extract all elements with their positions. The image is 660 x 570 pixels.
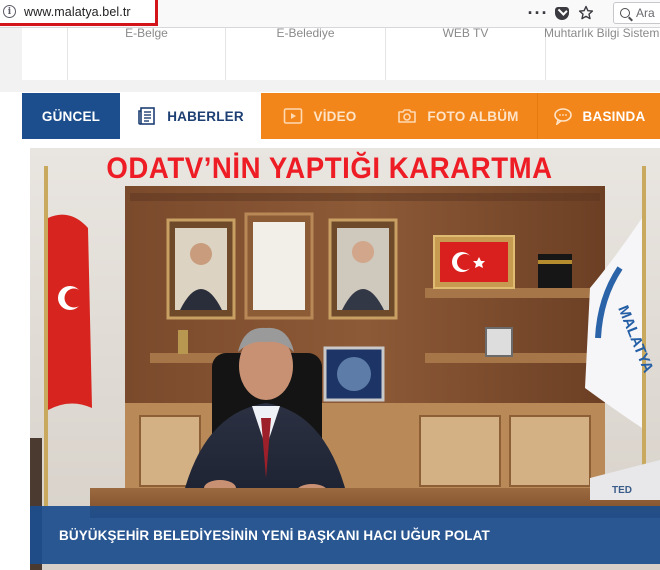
search-icon bbox=[620, 8, 630, 18]
site-header: E-Belge E-Belediye WEB TV Muhtarlık Bilg… bbox=[0, 26, 660, 92]
quick-nav: E-Belge E-Belediye WEB TV Muhtarlık Bilg… bbox=[22, 26, 660, 80]
slide-caption-bar[interactable]: BÜYÜKŞEHİR BELEDİYESİNİN YENİ BAŞKANI HA… bbox=[30, 506, 660, 564]
quick-nav-web-tv[interactable]: WEB TV bbox=[386, 26, 546, 80]
overlay-headline-text: ODATV’NİN YAPTIĞI KARARTMA bbox=[106, 152, 553, 185]
tab-haberler[interactable]: HABERLER bbox=[120, 93, 261, 139]
url-text[interactable]: www.malatya.bel.tr bbox=[24, 5, 131, 19]
address-bar[interactable]: i www.malatya.bel.tr bbox=[0, 0, 158, 26]
tab-foto-album[interactable]: FOTO ALBÜM bbox=[379, 93, 537, 139]
desk-sign-text: TED bbox=[612, 485, 632, 496]
quick-nav-e-belediye[interactable]: E-Belediye bbox=[226, 26, 386, 80]
quick-nav-muhtarlik[interactable]: Muhtarlık Bilgi Sistemi bbox=[543, 26, 660, 80]
quick-nav-label: E-Belge bbox=[125, 26, 168, 40]
tab-label: FOTO ALBÜM bbox=[427, 108, 519, 124]
search-placeholder: Ara bbox=[636, 6, 655, 20]
search-input[interactable]: Ara bbox=[613, 2, 660, 24]
overlay-headline: ODATV’NİN YAPTIĞI KARARTMA bbox=[0, 152, 660, 186]
tab-label: HABERLER bbox=[167, 108, 244, 124]
pocket-button[interactable] bbox=[550, 0, 574, 26]
quick-nav-label: E-Belediye bbox=[276, 26, 335, 40]
tab-guncel[interactable]: GÜNCEL bbox=[22, 93, 120, 139]
quick-nav-label: Muhtarlık Bilgi Sistemi bbox=[543, 26, 660, 40]
speech-bubble-icon bbox=[553, 107, 573, 125]
pocket-icon bbox=[555, 6, 569, 20]
video-play-icon bbox=[283, 107, 303, 125]
bookmark-star-icon[interactable] bbox=[574, 0, 598, 26]
quick-nav-e-belge[interactable]: E-Belge bbox=[68, 26, 226, 80]
news-tabs: GÜNCEL HABERLER VİDEO FOTO ALBÜM BASINDA bbox=[22, 93, 660, 139]
tab-label: BASINDA bbox=[582, 108, 646, 124]
quick-nav-label: WEB TV bbox=[442, 26, 489, 40]
browser-toolbar: i www.malatya.bel.tr ··· Ara bbox=[0, 0, 660, 28]
camera-icon bbox=[397, 107, 417, 125]
tab-label: GÜNCEL bbox=[41, 108, 101, 124]
toolbar-actions: ··· bbox=[526, 0, 598, 26]
info-icon[interactable]: i bbox=[3, 5, 16, 18]
quick-nav-spacer bbox=[22, 28, 68, 80]
tab-label: VİDEO bbox=[313, 108, 357, 124]
news-slider[interactable]: MALATYA TED BÜYÜKŞEHİR BELEDİYESİNİN YEN… bbox=[30, 148, 660, 570]
slide-caption[interactable]: BÜYÜKŞEHİR BELEDİYESİNİN YENİ BAŞKANI HA… bbox=[59, 528, 490, 543]
newspaper-icon bbox=[137, 106, 157, 126]
tab-basinda[interactable]: BASINDA bbox=[537, 93, 660, 139]
tab-video[interactable]: VİDEO bbox=[261, 93, 379, 139]
page-actions-menu-icon[interactable]: ··· bbox=[526, 0, 550, 26]
